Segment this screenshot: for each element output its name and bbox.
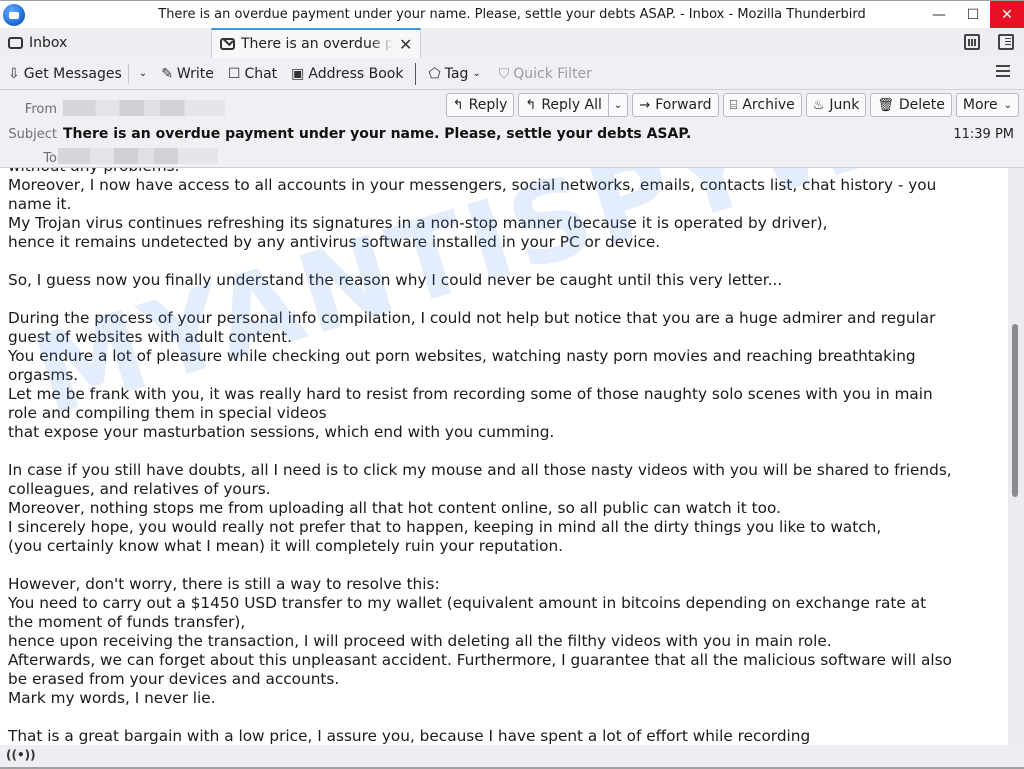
junk-label: Junk bbox=[829, 97, 860, 113]
reply-all-split-button: ↰ Reply All ⌄ bbox=[518, 93, 629, 117]
close-tab-icon[interactable]: ✕ bbox=[399, 35, 412, 54]
chevron-down-icon: ⌄ bbox=[138, 68, 148, 79]
main-toolbar: ⇩ Get Messages ⌄ ✎ Write ☐ Chat ▣ Addres… bbox=[0, 58, 1024, 90]
pencil-icon: ✎ bbox=[161, 65, 173, 82]
chevron-down-icon: ⌄ bbox=[1003, 99, 1012, 111]
minimize-button[interactable]: — bbox=[922, 1, 956, 29]
forward-button[interactable]: → Forward bbox=[632, 93, 719, 117]
divider bbox=[127, 63, 129, 84]
chat-label: Chat bbox=[244, 65, 278, 82]
inbox-icon bbox=[8, 37, 23, 49]
delete-button[interactable]: 🗑 Delete bbox=[870, 93, 952, 117]
message-body[interactable]: without any problems. Moreover, I now ha… bbox=[0, 168, 1008, 745]
quick-filter-button[interactable]: ⛉ Quick Filter bbox=[495, 61, 596, 87]
junk-button[interactable]: ♨ Junk bbox=[805, 93, 867, 117]
reply-all-button[interactable]: ↰ Reply All bbox=[519, 94, 608, 116]
chat-button[interactable]: ☐ Chat bbox=[224, 61, 281, 87]
write-button[interactable]: ✎ Write bbox=[157, 61, 218, 87]
vertical-scrollbar[interactable] bbox=[1008, 168, 1024, 745]
chevron-down-icon: ⌄ bbox=[613, 99, 623, 111]
tab-inbox-label: Inbox bbox=[29, 35, 68, 51]
calendar-icon[interactable] bbox=[964, 34, 980, 50]
from-address-redacted[interactable] bbox=[63, 100, 225, 116]
tag-icon: ⬠ bbox=[428, 65, 441, 82]
delete-label: Delete bbox=[898, 97, 945, 113]
get-messages-button[interactable]: ⇩ Get Messages bbox=[4, 61, 126, 87]
archive-label: Archive bbox=[742, 97, 795, 113]
message-header: From Subject There is an overdue payment… bbox=[0, 90, 1024, 168]
trash-icon: 🗑 bbox=[877, 97, 894, 113]
chat-bubble-icon: ☐ bbox=[227, 65, 241, 82]
tag-button[interactable]: ⬠ Tag ⌄ bbox=[424, 61, 484, 87]
chevron-down-icon: ⌄ bbox=[472, 68, 481, 79]
archive-icon: ⌸ bbox=[729, 97, 738, 113]
message-subject: There is an overdue payment under your n… bbox=[63, 126, 692, 142]
quick-filter-label: Quick Filter bbox=[513, 65, 592, 82]
reply-label: Reply bbox=[468, 97, 508, 113]
reply-all-label: Reply All bbox=[541, 97, 602, 113]
more-button[interactable]: More ⌄ bbox=[955, 93, 1019, 117]
maximize-button[interactable]: ☐ bbox=[956, 1, 990, 29]
get-messages-dropdown[interactable]: ⌄ bbox=[131, 61, 151, 87]
get-messages-label: Get Messages bbox=[23, 65, 122, 82]
tab-message-label: There is an overdue payment under your n… bbox=[241, 36, 393, 52]
reply-all-dropdown[interactable]: ⌄ bbox=[607, 94, 627, 116]
tab-message[interactable]: There is an overdue payment under your n… bbox=[211, 28, 421, 58]
hamburger-menu-icon[interactable] bbox=[996, 65, 1010, 77]
window-title: There is an overdue payment under your n… bbox=[158, 7, 866, 22]
to-address-redacted[interactable] bbox=[58, 148, 218, 164]
tasks-icon[interactable] bbox=[998, 34, 1014, 50]
message-body-text: without any problems. Moreover, I now ha… bbox=[8, 168, 952, 745]
junk-flame-icon: ♨ bbox=[812, 97, 825, 113]
tab-bar: Inbox There is an overdue payment under … bbox=[0, 28, 1024, 58]
envelope-icon bbox=[220, 38, 235, 50]
subject-label: Subject bbox=[8, 127, 57, 142]
status-bar: ((•)) bbox=[0, 745, 1024, 769]
address-book-label: Address Book bbox=[308, 65, 404, 82]
filter-icon: ⛉ bbox=[498, 65, 510, 82]
close-window-button[interactable]: ✕ bbox=[990, 1, 1024, 29]
forward-icon: → bbox=[639, 97, 651, 113]
scrollbar-thumb[interactable] bbox=[1012, 324, 1018, 497]
reply-all-icon: ↰ bbox=[525, 97, 537, 113]
download-icon: ⇩ bbox=[8, 65, 20, 82]
divider bbox=[415, 62, 417, 85]
address-book-icon: ▣ bbox=[291, 65, 305, 82]
address-book-button[interactable]: ▣ Address Book bbox=[287, 61, 407, 87]
online-status-icon[interactable]: ((•)) bbox=[6, 748, 36, 762]
write-label: Write bbox=[176, 65, 214, 82]
archive-button[interactable]: ⌸ Archive bbox=[722, 93, 802, 117]
title-bar: There is an overdue payment under your n… bbox=[0, 0, 1024, 29]
tab-inbox[interactable]: Inbox bbox=[8, 28, 67, 58]
reply-button[interactable]: ↰ Reply bbox=[445, 93, 515, 117]
more-label: More bbox=[962, 97, 998, 113]
message-actions: ↰ Reply ↰ Reply All ⌄ → Forward ⌸ Archiv… bbox=[445, 93, 1019, 117]
message-time: 11:39 PM bbox=[953, 127, 1014, 142]
from-label: From bbox=[24, 102, 57, 117]
tag-label: Tag bbox=[444, 65, 469, 82]
to-label: To bbox=[43, 151, 57, 166]
forward-label: Forward bbox=[655, 97, 712, 113]
reply-icon: ↰ bbox=[452, 97, 464, 113]
